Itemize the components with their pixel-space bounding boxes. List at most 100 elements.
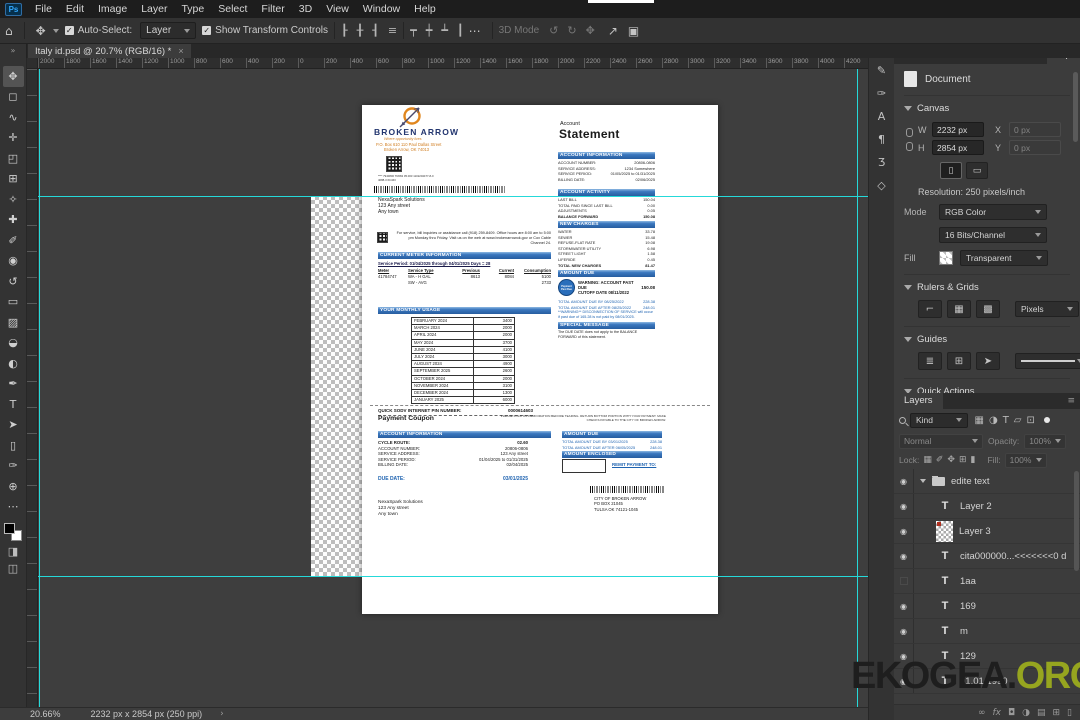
quick-mask-icon[interactable]: ◨ — [8, 545, 18, 558]
zoom-tool[interactable]: ⊕ — [3, 476, 24, 497]
filter-kind-dropdown[interactable]: Kind — [910, 412, 968, 428]
menu-item[interactable]: File — [28, 0, 59, 18]
zoom-level-field[interactable]: 20.66% — [30, 709, 61, 719]
delete-layer-icon[interactable]: ▯ — [1067, 708, 1072, 718]
grid-icon[interactable]: ▦ — [947, 300, 971, 318]
horizontal-guide[interactable] — [27, 196, 868, 197]
layer-effects-icon[interactable]: fx — [993, 708, 1002, 718]
pixel-grid-icon[interactable]: ▩ — [976, 300, 1000, 318]
canvas-fill-dropdown[interactable]: Transparent — [960, 250, 1048, 266]
chevron-down-icon[interactable] — [52, 28, 59, 33]
layer-row[interactable]: ◉ T Layer 2 — [894, 494, 1080, 519]
ruler-units-dropdown[interactable]: Pixels — [1015, 301, 1079, 317]
brush-tool[interactable]: ✐ — [3, 230, 24, 251]
menu-item[interactable]: View — [319, 0, 356, 18]
menu-item[interactable]: Layer — [134, 0, 174, 18]
menu-item[interactable]: Type — [174, 0, 211, 18]
brush-settings-icon[interactable]: ✎ — [871, 59, 893, 82]
lock-artboard-icon[interactable]: ⊞ — [959, 455, 967, 465]
ruler-icon[interactable]: ⌐ — [918, 300, 942, 318]
color-swatches[interactable] — [4, 523, 22, 541]
align-top-icon[interactable]: ┯ — [410, 24, 417, 37]
auto-select-target-dropdown[interactable]: Layer — [140, 22, 197, 39]
visibility-toggle-icon[interactable]: ◉ — [894, 494, 914, 518]
dodge-tool[interactable]: ◐ — [3, 353, 24, 374]
visibility-toggle-icon[interactable]: ◉ — [894, 469, 914, 493]
guide-lock-icon[interactable]: ⊞ — [947, 352, 971, 370]
smart-object-filter-icon[interactable]: ⊡ — [1024, 415, 1037, 426]
screen-mode-icon[interactable]: ◫ — [8, 562, 18, 575]
healing-brush-tool[interactable]: ✚ — [3, 210, 24, 231]
properties-scrollbar[interactable] — [1073, 72, 1078, 142]
align-center-v-icon[interactable]: ┿ — [426, 24, 433, 37]
object-selection-tool[interactable]: ✛ — [3, 128, 24, 149]
new-layer-icon[interactable]: ⊞ — [1053, 708, 1061, 718]
visibility-toggle-icon[interactable]: ◉ — [894, 594, 914, 618]
vertical-guide[interactable] — [39, 69, 40, 707]
lasso-tool[interactable]: ∿ — [3, 107, 24, 128]
lock-transparent-icon[interactable]: ▦ — [923, 455, 932, 465]
edit-toolbar[interactable]: ⋯ — [3, 497, 24, 518]
canvas-height-input[interactable]: 2854 px — [932, 140, 984, 155]
portrait-orientation-button[interactable]: ▯ — [940, 162, 962, 179]
guide-style-dropdown[interactable] — [1015, 353, 1080, 369]
layer-row[interactable]: ◉ T edite text — [894, 469, 1080, 494]
menu-item[interactable]: Window — [356, 0, 407, 18]
pen-tool[interactable]: ✒ — [3, 374, 24, 395]
marquee-tool[interactable]: ◻ — [3, 87, 24, 108]
crop-tool[interactable]: ◰ — [3, 148, 24, 169]
rulers-grids-section-header[interactable]: Rulers & Grids — [904, 275, 1070, 298]
align-left-icon[interactable]: ┠ — [341, 24, 348, 37]
gradient-tool[interactable]: ▨ — [3, 312, 24, 333]
status-arrow-icon[interactable]: › — [220, 709, 224, 719]
menu-item[interactable]: Select — [211, 0, 254, 18]
color-mode-dropdown[interactable]: RGB Color — [939, 204, 1047, 220]
show-transform-checkbox[interactable]: ✓ — [202, 26, 212, 35]
layers-scrollbar[interactable] — [1074, 471, 1079, 571]
align-distribute-icon[interactable]: ≡ — [388, 24, 397, 37]
align-center-h-icon[interactable]: ╂ — [357, 24, 364, 37]
guides-section-header[interactable]: Guides — [904, 327, 1070, 350]
link-layers-icon[interactable]: ∞ — [978, 708, 986, 718]
hand-tool[interactable]: ✑ — [3, 456, 24, 477]
canvas-width-input[interactable]: 2232 px — [932, 122, 984, 137]
vertical-guide[interactable] — [857, 69, 858, 707]
layer-group-icon[interactable]: ▤ — [1037, 708, 1046, 718]
document-tab[interactable]: Italy id.psd @ 20.7% (RGB/16) * × — [28, 44, 191, 58]
shape-tool[interactable]: ▯ — [3, 435, 24, 456]
adjustment-filter-icon[interactable]: ◑ — [986, 415, 1000, 426]
clone-stamp-tool[interactable]: ◉ — [3, 251, 24, 272]
toolbar-expander-icon[interactable]: » — [0, 44, 27, 58]
frame-tool[interactable]: ⊞ — [3, 169, 24, 190]
visibility-toggle-icon[interactable]: ◉ — [894, 569, 914, 593]
visibility-toggle-icon[interactable]: ◉ — [894, 544, 914, 568]
paragraph-panel-icon[interactable]: ¶ — [871, 128, 893, 151]
type-filter-icon[interactable]: T — [1000, 415, 1011, 426]
blur-tool[interactable]: ◒ — [3, 333, 24, 354]
eraser-tool[interactable]: ▭ — [3, 292, 24, 313]
lock-paint-icon[interactable]: ✐ — [936, 455, 944, 465]
guides-icon[interactable]: ≣ — [918, 352, 942, 370]
more-options-icon[interactable]: ⋯ — [464, 24, 486, 38]
canvas-section-header[interactable]: Canvas — [904, 96, 1070, 119]
shape-filter-icon[interactable]: ▱ — [1011, 415, 1024, 426]
distribute-v-icon[interactable]: ┃ — [457, 24, 464, 37]
clone-source-icon[interactable]: ✑ — [871, 82, 893, 105]
capture-icon[interactable]: ▣ — [623, 24, 644, 38]
group-caret-icon[interactable] — [920, 479, 926, 483]
visibility-toggle-icon[interactable]: ◉ — [894, 519, 914, 543]
share-icon[interactable]: ↗ — [603, 24, 623, 38]
lock-position-icon[interactable]: ✥ — [947, 455, 955, 465]
menu-item[interactable]: 3D — [292, 0, 319, 18]
character-panel-icon[interactable]: A — [871, 105, 893, 128]
tab-layers[interactable]: Layers — [894, 393, 943, 409]
align-bottom-icon[interactable]: ┷ — [441, 24, 448, 37]
libraries-icon[interactable]: ◇ — [871, 174, 893, 197]
guide-edit-icon[interactable]: ➤ — [976, 352, 1000, 370]
menu-item[interactable]: Edit — [59, 0, 91, 18]
adjustment-layer-icon[interactable]: ◑ — [1022, 708, 1030, 718]
auto-select-checkbox[interactable]: ✓ — [64, 26, 74, 35]
move-tool[interactable]: ✥ — [2, 66, 24, 87]
home-icon[interactable]: ⌂ — [0, 24, 18, 38]
layer-row[interactable]: ◉ T 169 — [894, 594, 1080, 619]
